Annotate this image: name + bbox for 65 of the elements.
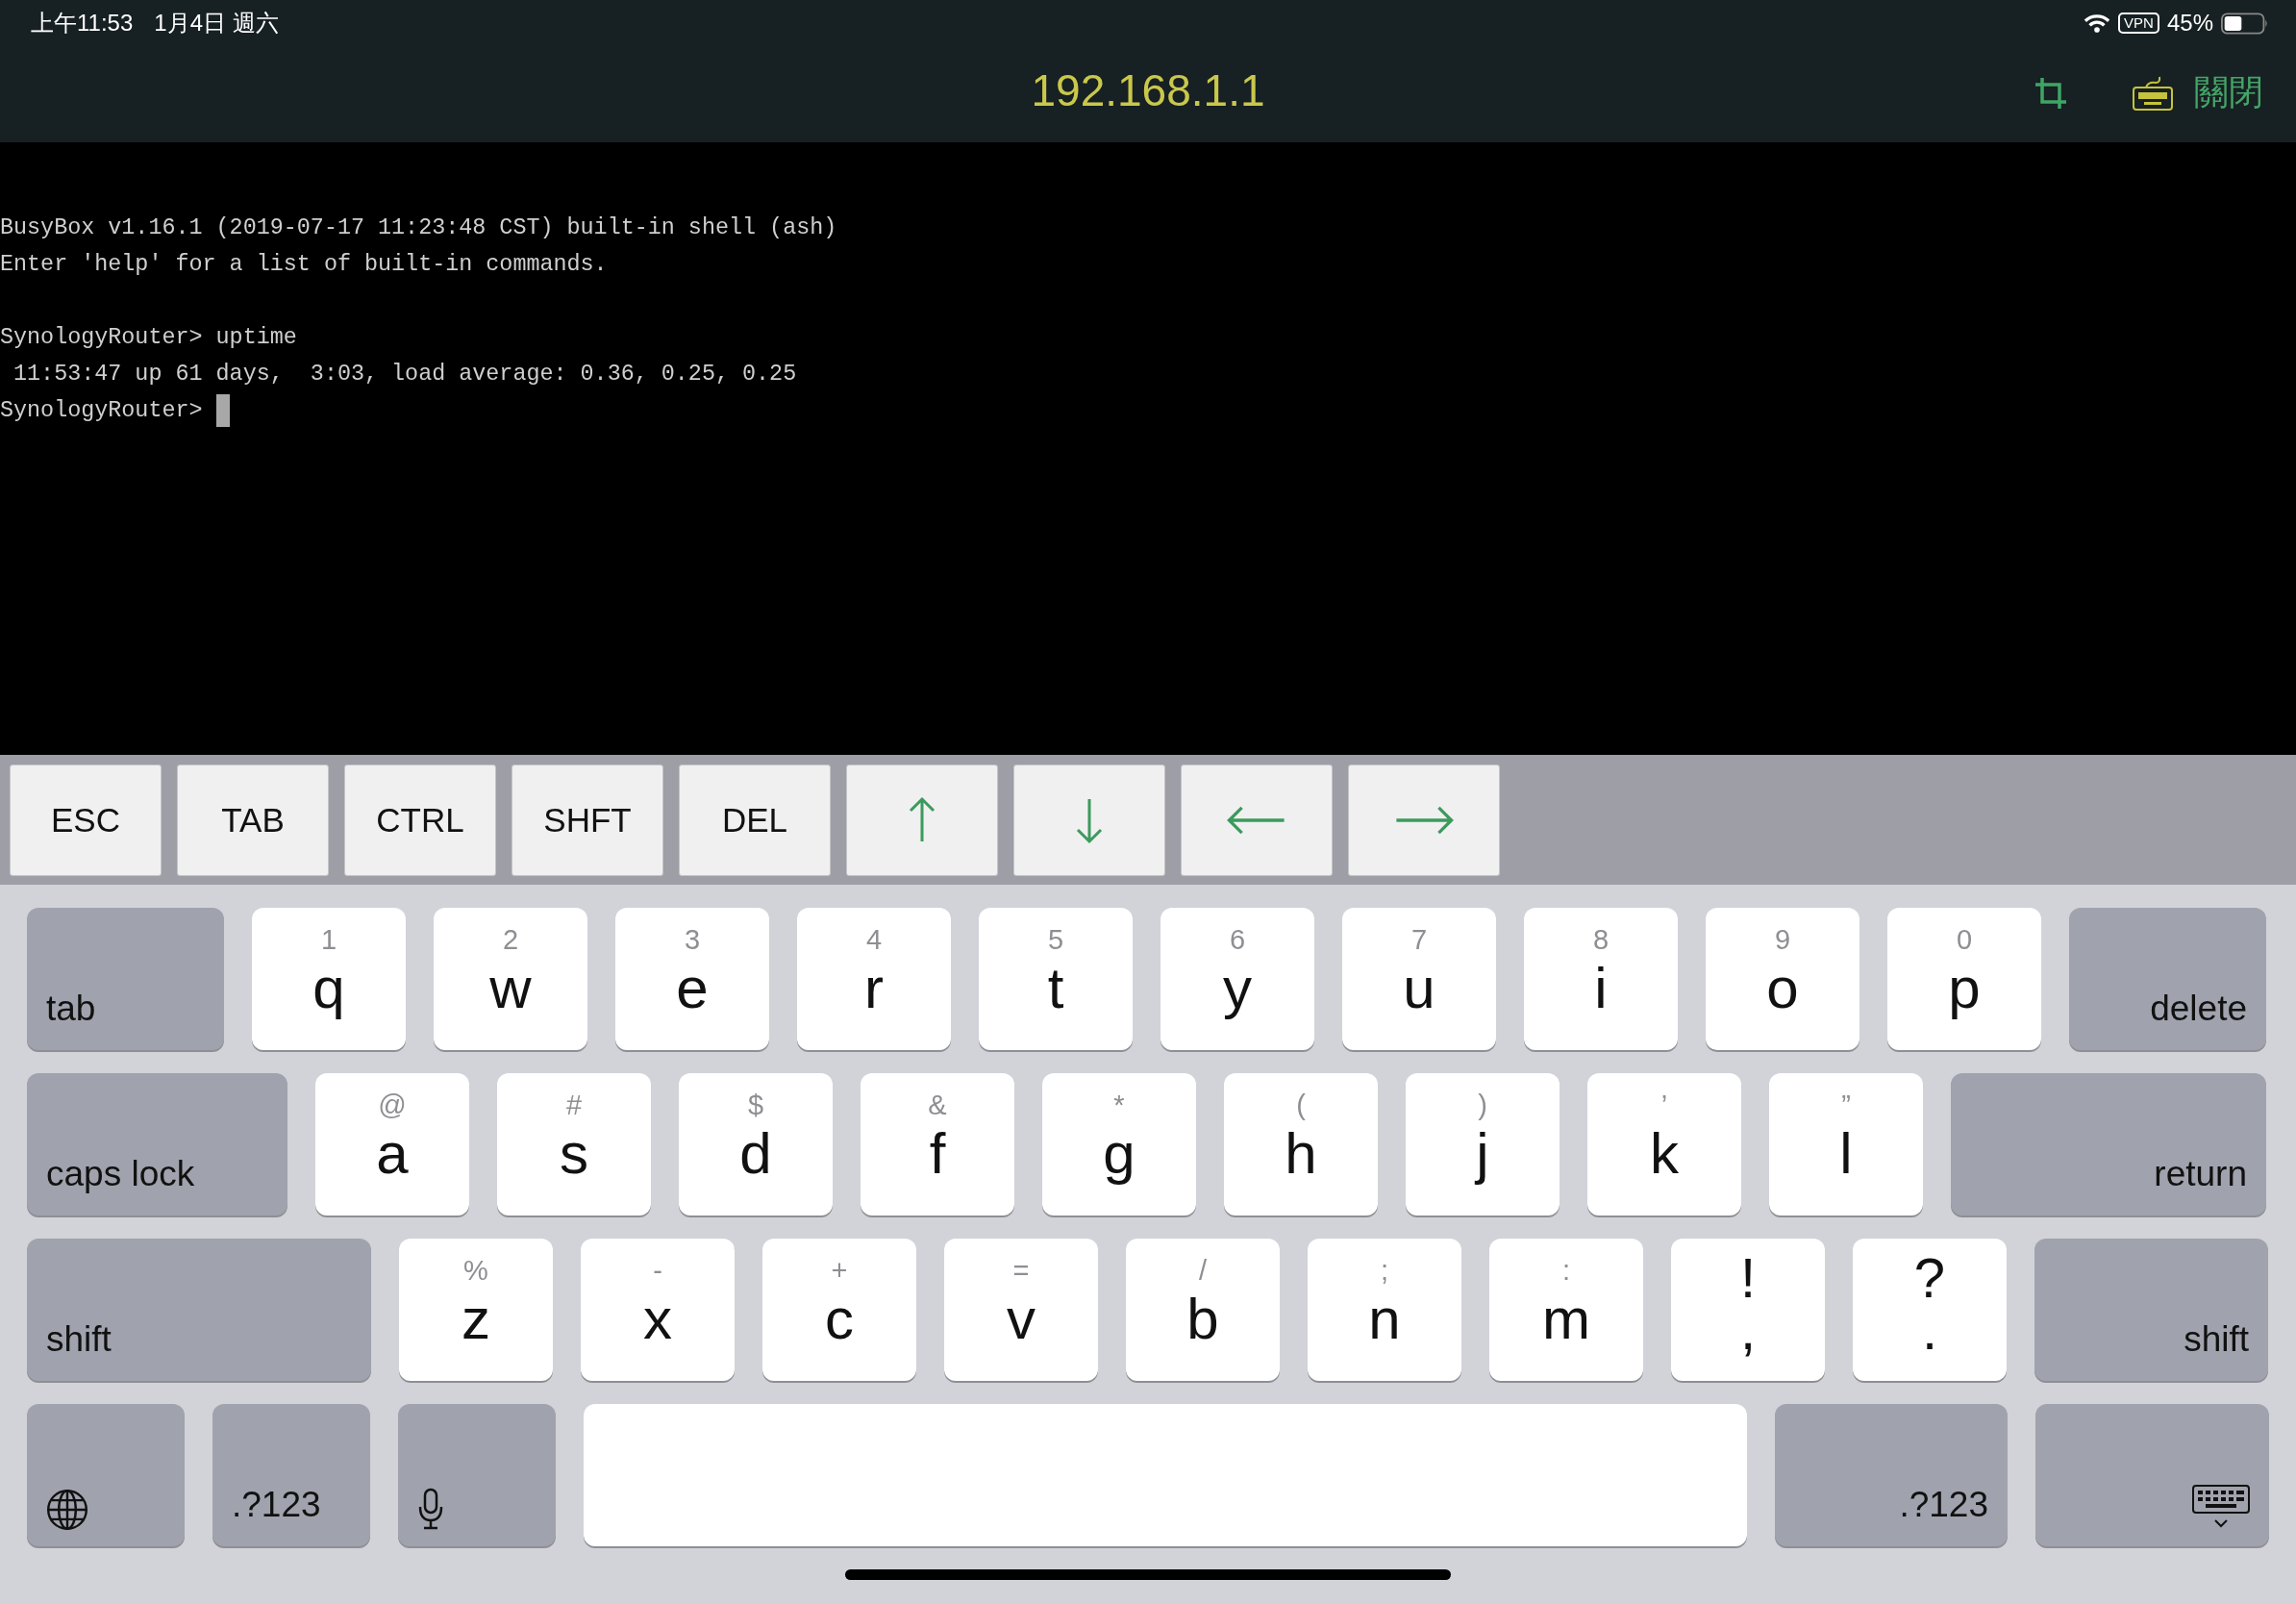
letter-key[interactable]: # s xyxy=(497,1073,651,1216)
letter-key[interactable]: 9 o xyxy=(1706,908,1859,1050)
crop-icon[interactable] xyxy=(2034,76,2067,110)
vpn-badge: VPN xyxy=(2118,13,2159,34)
letter-key[interactable]: 8 i xyxy=(1524,908,1678,1050)
globe-icon xyxy=(46,1489,88,1531)
key-button[interactable]: DEL xyxy=(679,764,831,876)
letter-key[interactable]: ( h xyxy=(1224,1073,1378,1216)
letter-key[interactable]: 0 p xyxy=(1887,908,2041,1050)
letter-key[interactable]: 7 u xyxy=(1342,908,1496,1050)
battery-percent: 45% xyxy=(2166,10,2213,37)
function-key[interactable]: tab xyxy=(27,908,224,1050)
letter-key[interactable]: / b xyxy=(1126,1239,1280,1381)
letter-key[interactable]: 4 r xyxy=(797,908,951,1050)
letter-key[interactable]: ” l xyxy=(1769,1073,1923,1216)
function-key[interactable]: shift xyxy=(27,1239,371,1381)
microphone-icon xyxy=(417,1487,444,1531)
key-button[interactable]: TAB xyxy=(177,764,329,876)
arrow-key[interactable] xyxy=(1013,764,1165,876)
arrow-key[interactable] xyxy=(1348,764,1500,876)
letter-key[interactable]: $ d xyxy=(679,1073,833,1216)
terminal-line: Enter 'help' for a list of built-in commands. xyxy=(0,251,608,279)
wifi-icon xyxy=(2084,13,2111,34)
letter-key[interactable]: % z xyxy=(399,1239,553,1381)
terminal-line: SynologyRouter> xyxy=(0,397,204,425)
globe-key[interactable] xyxy=(27,1404,185,1546)
function-key[interactable]: .?123 xyxy=(212,1404,370,1546)
letter-key[interactable]: 5 t xyxy=(979,908,1133,1050)
letter-key[interactable]: ! , xyxy=(1671,1239,1825,1381)
letter-key[interactable]: * g xyxy=(1042,1073,1196,1216)
letter-key[interactable]: - x xyxy=(581,1239,735,1381)
arrow-key[interactable] xyxy=(1181,764,1333,876)
letter-key[interactable]: ? . xyxy=(1853,1239,2007,1381)
letter-key[interactable]: 1 q xyxy=(252,908,406,1050)
terminal-line: BusyBox v1.16.1 (2019-07-17 11:23:48 CST) built-in shell (ash) xyxy=(0,214,837,242)
letter-key[interactable]: + c xyxy=(762,1239,916,1381)
function-key[interactable]: return xyxy=(1951,1073,2266,1216)
function-key[interactable]: .?123 xyxy=(1775,1404,2008,1546)
letter-key[interactable]: 6 y xyxy=(1160,908,1314,1050)
status-date: 1月4日 週六 xyxy=(154,9,279,38)
letter-key[interactable]: 2 w xyxy=(434,908,587,1050)
key-button[interactable]: SHFT xyxy=(512,764,663,876)
letter-key[interactable]: @ a xyxy=(315,1073,469,1216)
letter-key[interactable]: : m xyxy=(1489,1239,1643,1381)
key-button[interactable]: ESC xyxy=(10,764,162,876)
terminal-line: 11:53:47 up 61 days, 3:03, load average: 0.36, 0.25, 0.25 xyxy=(12,361,797,388)
arrow-key[interactable] xyxy=(846,764,998,876)
terminal-line: SynologyRouter> uptime xyxy=(0,324,297,352)
keyboard-key[interactable] xyxy=(2035,1404,2269,1546)
function-key[interactable]: caps lock xyxy=(27,1073,287,1216)
letter-key[interactable]: ) j xyxy=(1406,1073,1560,1216)
host-title: 192.168.1.1 xyxy=(1031,64,1265,116)
letter-key[interactable]: ’ k xyxy=(1587,1073,1741,1216)
function-key[interactable]: shift xyxy=(2034,1239,2268,1381)
letter-key[interactable]: ; n xyxy=(1308,1239,1461,1381)
text-cursor xyxy=(215,394,230,427)
battery-icon xyxy=(2221,12,2269,35)
key-button[interactable]: CTRL xyxy=(344,764,496,876)
keyboard-icon[interactable] xyxy=(2133,75,2173,111)
status-time: 上午11:53 xyxy=(31,9,134,38)
letter-key[interactable]: 3 e xyxy=(615,908,769,1050)
letter-key[interactable]: = v xyxy=(944,1239,1098,1381)
close-button[interactable]: 關閉 xyxy=(2194,69,2263,116)
letter-key[interactable]: & f xyxy=(861,1073,1014,1216)
function-key[interactable]: delete xyxy=(2069,908,2266,1050)
